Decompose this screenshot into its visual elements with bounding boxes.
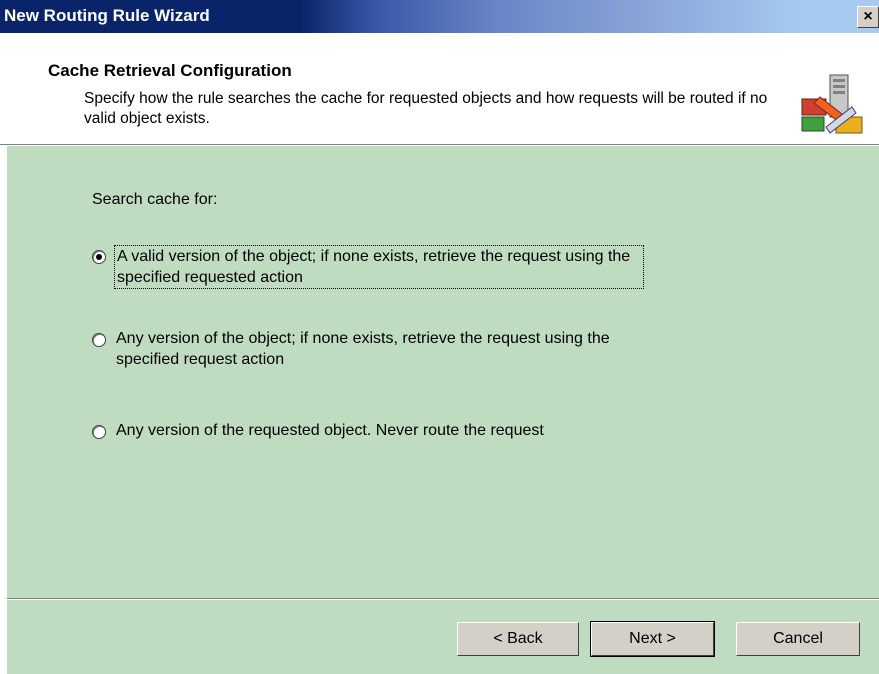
radio-any-version[interactable] <box>92 333 106 347</box>
routing-server-icon <box>801 74 863 134</box>
title-bar: New Routing Rule Wizard × <box>0 0 879 33</box>
close-button[interactable]: × <box>857 6 879 28</box>
back-button[interactable]: < Back <box>457 622 579 656</box>
option-never-route[interactable]: Any version of the requested object. Nev… <box>92 420 712 441</box>
option-any-version-label[interactable]: Any version of the object; if none exist… <box>114 328 678 370</box>
wizard-header: Cache Retrieval Configuration Specify ho… <box>0 33 879 145</box>
cancel-button[interactable]: Cancel <box>736 622 860 656</box>
radio-never-route[interactable] <box>92 425 106 439</box>
radio-valid-version[interactable] <box>92 250 106 264</box>
option-never-route-label[interactable]: Any version of the requested object. Nev… <box>114 420 678 441</box>
wizard-body: Search cache for: A valid version of the… <box>7 146 879 598</box>
option-valid-version-label[interactable]: A valid version of the object; if none e… <box>114 245 644 289</box>
page-description: Specify how the rule searches the cache … <box>84 90 768 127</box>
close-icon: × <box>863 8 873 25</box>
search-cache-label: Search cache for: <box>92 191 218 208</box>
wizard-footer: < Back Next > Cancel <box>7 600 879 674</box>
option-valid-version[interactable]: A valid version of the object; if none e… <box>92 245 692 289</box>
window-title: New Routing Rule Wizard <box>4 6 210 25</box>
page-title: Cache Retrieval Configuration <box>48 61 292 80</box>
radio-selected-dot <box>96 254 102 260</box>
option-any-version[interactable]: Any version of the object; if none exist… <box>92 328 712 370</box>
next-button[interactable]: Next > <box>590 621 715 657</box>
